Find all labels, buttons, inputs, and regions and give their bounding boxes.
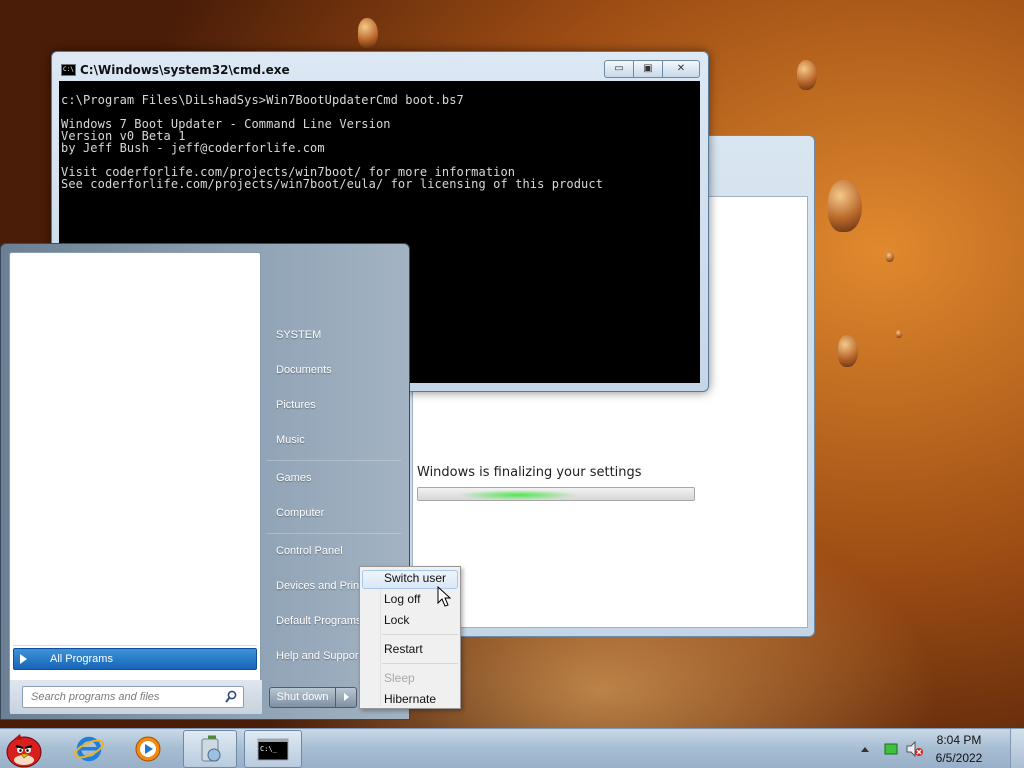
setup-progress-bar — [417, 487, 695, 501]
all-programs-label: All Programs — [50, 653, 113, 665]
svg-text:C:\_: C:\_ — [260, 745, 278, 753]
start-item-help-support[interactable]: Help and Support — [276, 650, 360, 662]
search-input[interactable]: Search programs and files — [22, 686, 244, 708]
all-programs-button[interactable]: All Programs — [13, 648, 257, 670]
cmd-line: See coderforlife.com/projects/win7boot/e… — [61, 177, 604, 191]
start-item-computer[interactable]: Computer — [276, 507, 411, 519]
network-icon[interactable] — [884, 742, 898, 756]
start-button[interactable] — [2, 730, 46, 768]
minimize-button[interactable]: ▭ — [604, 60, 634, 78]
start-item-default-programs[interactable]: Default Programs — [276, 615, 360, 627]
menu-item-restart[interactable]: Restart — [384, 642, 423, 656]
taskbar-media-center[interactable] — [183, 730, 237, 768]
media-center-icon — [201, 735, 221, 762]
menu-item-sleep: Sleep — [384, 671, 415, 685]
clock-date[interactable]: 6/5/2022 — [924, 751, 994, 765]
mouse-cursor-icon — [437, 586, 452, 607]
close-button[interactable]: ✕ — [662, 60, 700, 78]
start-item-devices-printers[interactable]: Devices and Printers — [276, 580, 360, 592]
maximize-button[interactable]: ▣ — [633, 60, 663, 78]
menu-gutter — [380, 569, 381, 706]
wallpaper-asteroid — [358, 18, 378, 48]
wallpaper-asteroid — [828, 180, 862, 232]
cmd-line: by Jeff Bush - jeff@coderforlife.com — [61, 141, 325, 155]
show-hidden-icons-icon[interactable] — [860, 745, 870, 753]
taskbar: C:\_ 8:04 PM 6/5/2022 — [0, 728, 1024, 768]
arrow-right-icon — [344, 693, 349, 701]
angry-bird-start-icon — [6, 734, 42, 768]
menu-separator — [382, 663, 458, 664]
search-icon[interactable] — [225, 690, 237, 704]
setup-message: Windows is finalizing your settings — [417, 465, 642, 480]
cmd-line: c:\Program Files\DiLshadSys>Win7BootUpda… — [61, 93, 464, 107]
clock-time[interactable]: 8:04 PM — [924, 733, 994, 747]
shutdown-button[interactable]: Shut down — [269, 687, 336, 708]
start-item-control-panel[interactable]: Control Panel — [276, 545, 411, 557]
wallpaper-asteroid — [797, 60, 817, 90]
shutdown-options-button[interactable] — [335, 687, 357, 708]
start-item-pictures[interactable]: Pictures — [276, 399, 411, 411]
taskbar-internet-explorer[interactable] — [62, 730, 116, 768]
search-placeholder: Search programs and files — [31, 691, 160, 703]
internet-explorer-icon — [74, 736, 104, 762]
menu-item-log-off[interactable]: Log off — [384, 592, 420, 606]
taskbar-cmd[interactable]: C:\_ — [244, 730, 302, 768]
menu-item-hibernate[interactable]: Hibernate — [384, 692, 436, 706]
window-controls: ▭ ▣ ✕ — [604, 60, 700, 78]
start-item-documents[interactable]: Documents — [276, 364, 411, 376]
divider — [267, 533, 401, 534]
menu-separator — [382, 634, 458, 635]
start-menu: All Programs Search programs and files S… — [0, 243, 410, 720]
start-item-user-folder[interactable]: SYSTEM — [276, 329, 411, 341]
menu-item-lock[interactable]: Lock — [384, 613, 409, 627]
divider — [267, 460, 401, 461]
divider — [13, 645, 257, 646]
taskbar-media-player[interactable] — [121, 730, 175, 768]
show-desktop-button[interactable] — [1010, 729, 1024, 768]
cmd-window-title: C:\Windows\system32\cmd.exe — [80, 63, 290, 77]
arrow-right-icon — [20, 654, 27, 664]
search-area: Search programs and files — [10, 680, 262, 714]
menu-item-switch-user[interactable]: Switch user — [384, 571, 446, 585]
wallpaper-asteroid — [886, 252, 894, 262]
volume-muted-icon[interactable] — [906, 741, 924, 757]
cmd-app-icon: C:\ — [61, 64, 76, 76]
wallpaper-asteroid — [896, 330, 902, 338]
start-menu-programs-pane: All Programs Search programs and files — [9, 252, 262, 714]
progress-glow — [458, 488, 578, 500]
start-item-games[interactable]: Games — [276, 472, 411, 484]
wallpaper-asteroid — [838, 335, 858, 367]
start-item-music[interactable]: Music — [276, 434, 411, 446]
cmd-icon: C:\_ — [257, 738, 289, 761]
media-player-icon — [135, 736, 161, 762]
